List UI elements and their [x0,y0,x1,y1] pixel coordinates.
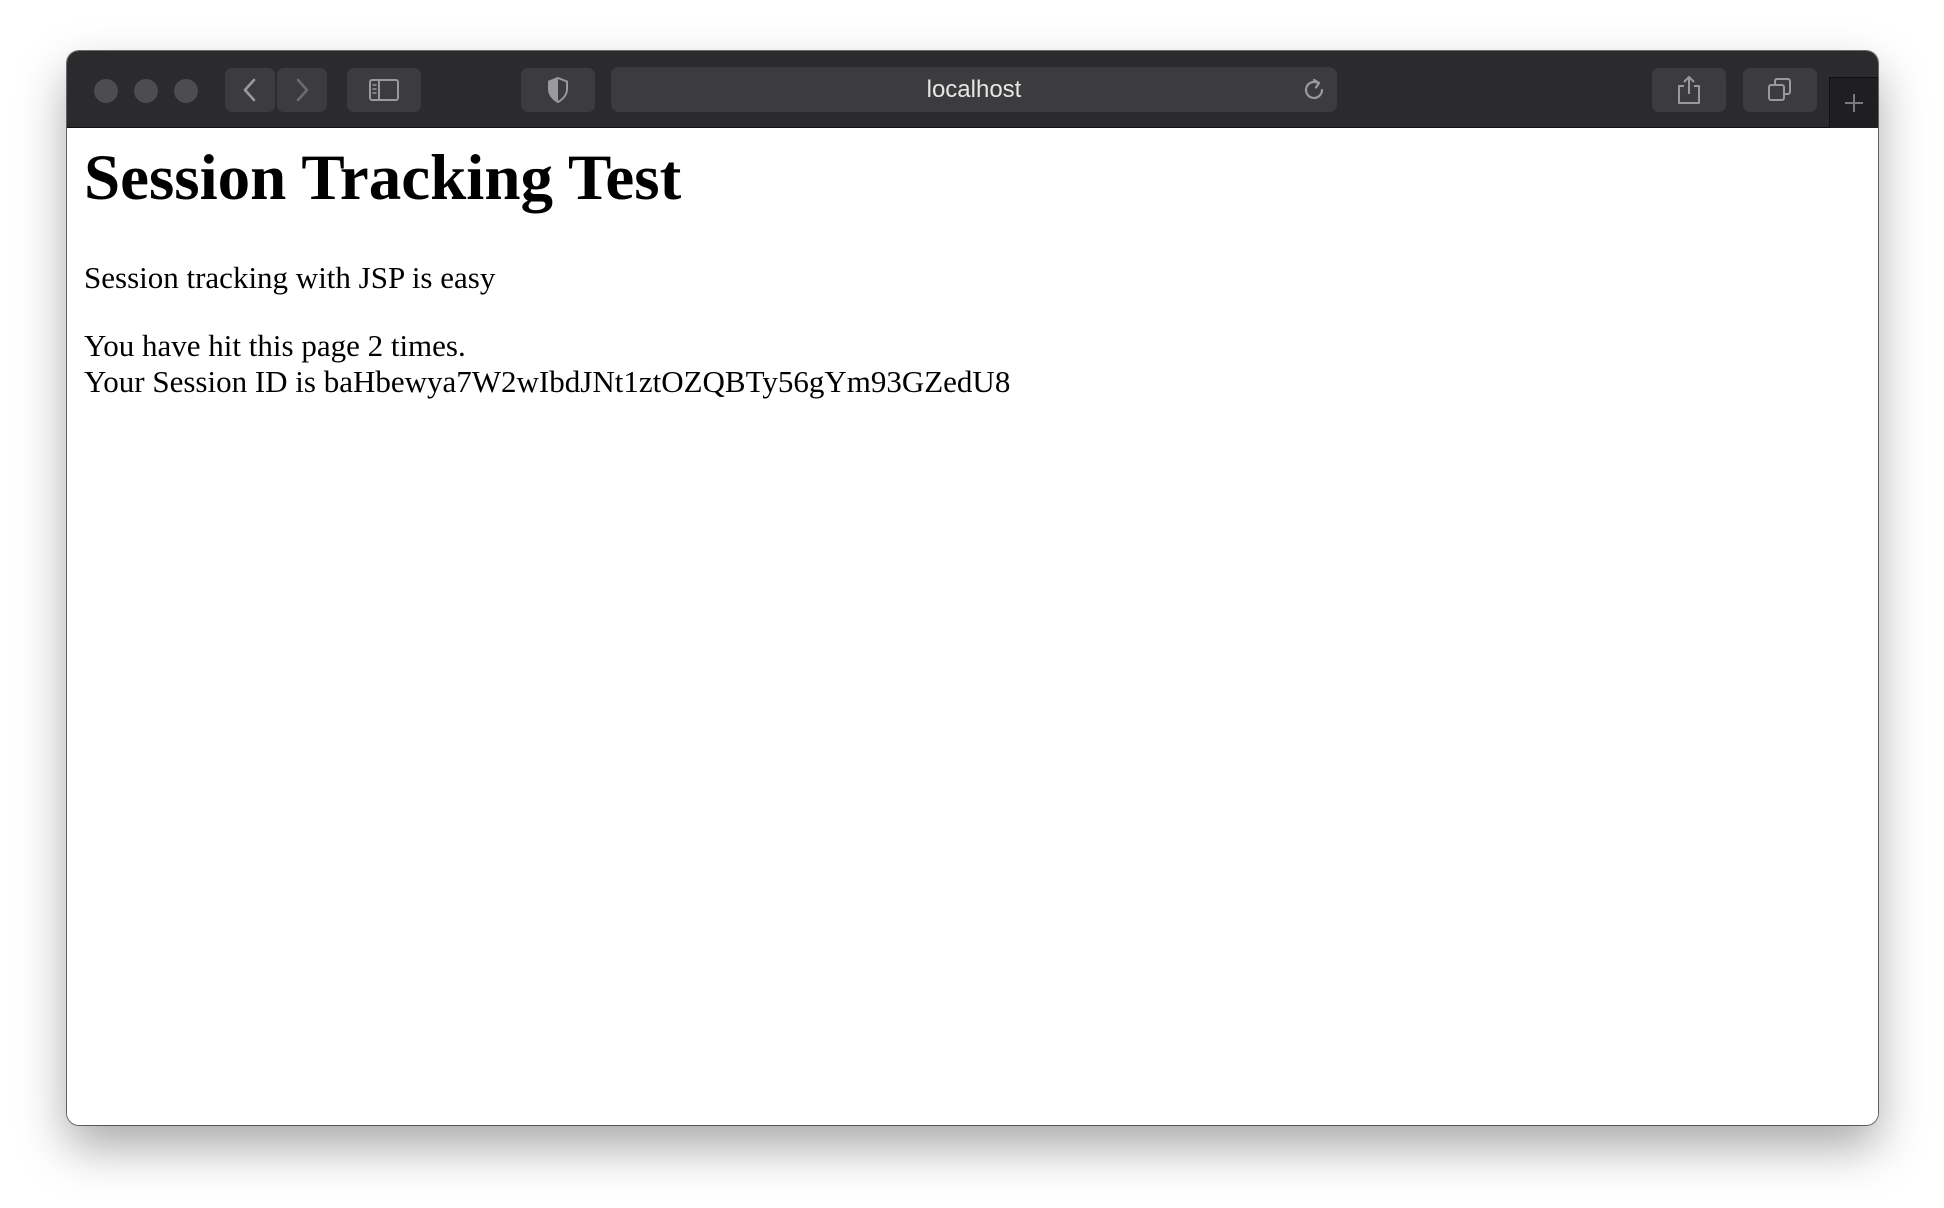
tab-overview-button[interactable] [1743,68,1817,112]
new-tab-button[interactable] [1829,77,1878,128]
session-id-text: Your Session ID is baHbewya7W2wIbdJNt1zt… [84,364,1011,399]
share-icon [1678,76,1700,104]
sidebar-icon [369,79,399,101]
back-button[interactable] [225,68,275,112]
page-content: Session Tracking Test Session tracking w… [67,128,1878,1125]
address-text: localhost [926,76,1022,103]
intro-text: Session tracking with JSP is easy [84,260,496,295]
close-window-button[interactable] [94,79,118,103]
page-title: Session Tracking Test [84,142,682,214]
privacy-report-button[interactable] [521,68,595,112]
shield-icon [548,76,568,104]
plus-icon [1845,94,1863,112]
tabs-overview-icon [1768,78,1791,101]
chevron-right-icon [296,78,309,102]
sidebar-toggle-button[interactable] [347,68,421,112]
browser-window: localhost Session Tracking Test Session … [67,51,1878,1125]
hit-count-text: You have hit this page 2 times. [84,328,466,363]
share-button[interactable] [1652,68,1726,112]
session-info: You have hit this page 2 times. Your Ses… [84,328,1010,400]
minimize-window-button[interactable] [134,79,158,103]
reload-icon [1304,78,1324,99]
chevron-left-icon [243,78,256,102]
forward-button[interactable] [277,68,327,112]
browser-toolbar: localhost [67,51,1878,128]
address-bar[interactable]: localhost [611,67,1337,112]
zoom-window-button[interactable] [174,79,198,103]
reload-button[interactable] [1299,75,1329,105]
